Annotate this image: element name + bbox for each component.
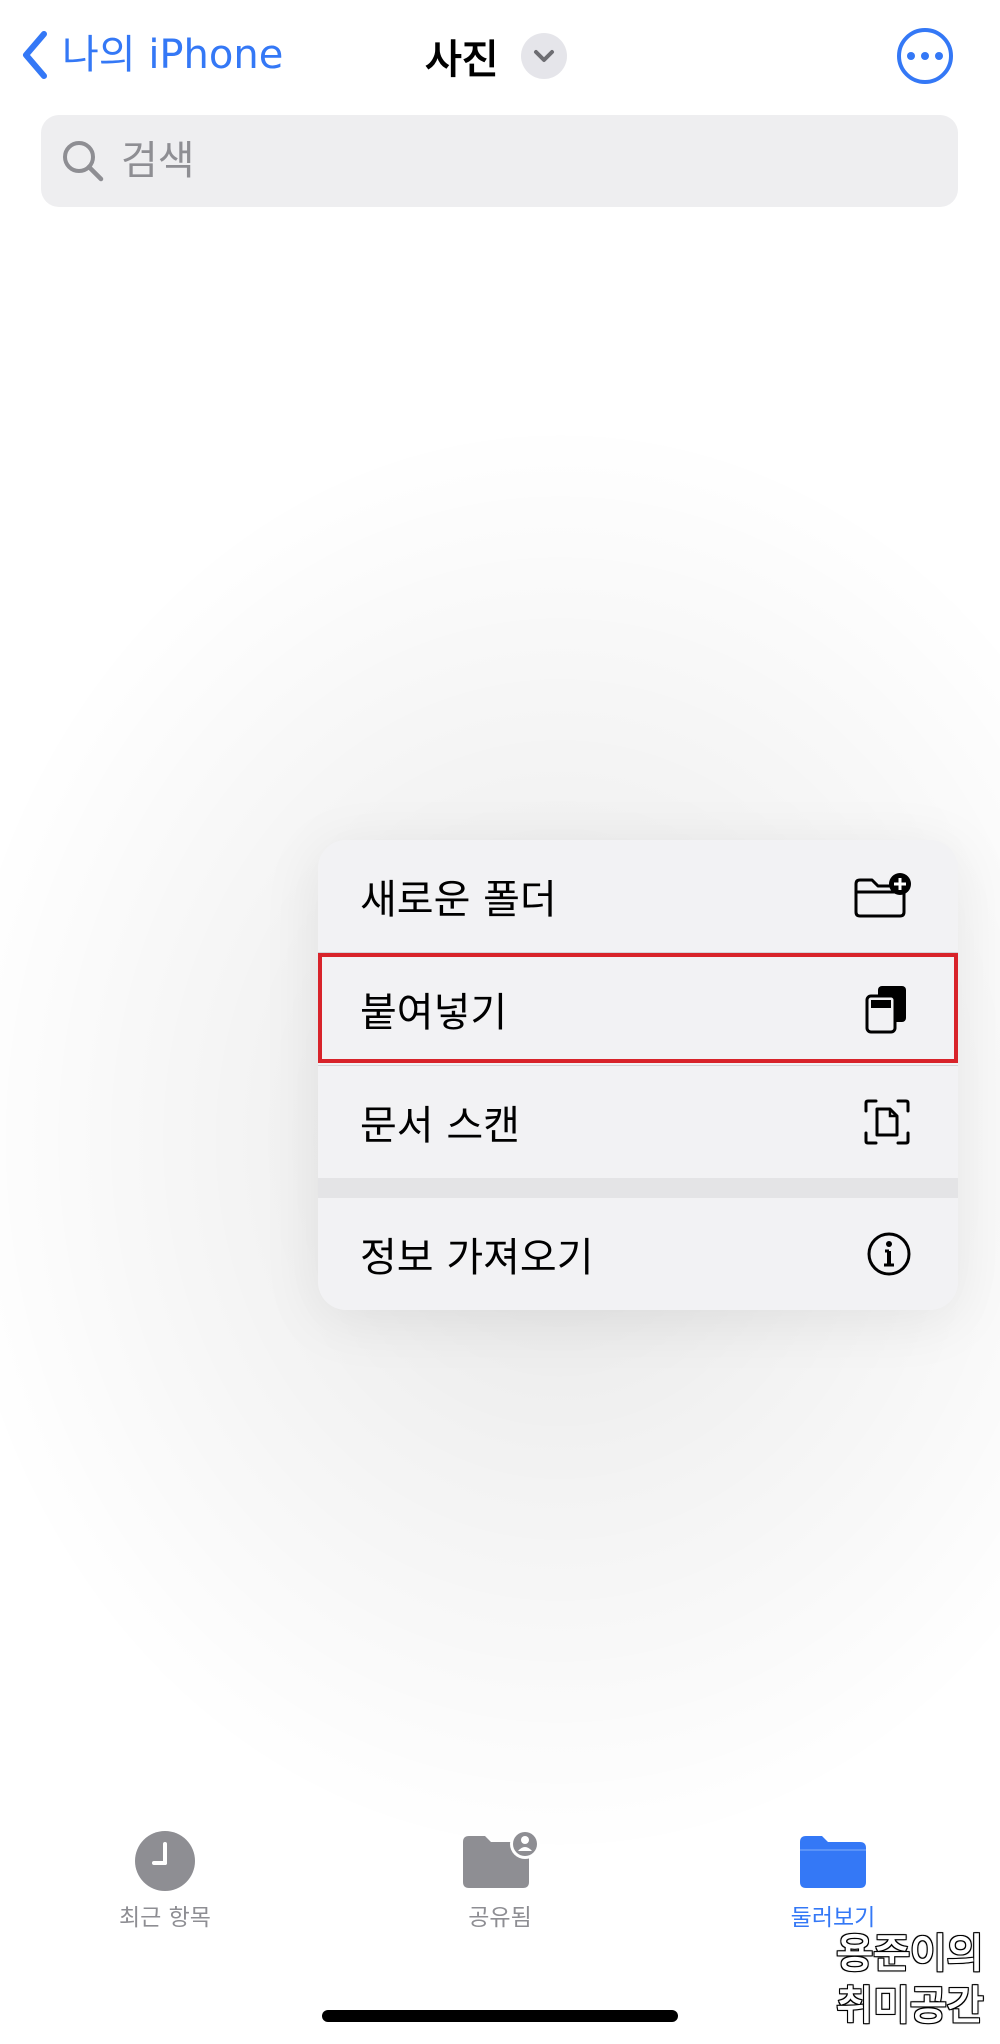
folder-icon [800,1836,866,1888]
info-icon [867,1232,911,1276]
title-menu[interactable]: 사진 [425,26,567,86]
search-input[interactable] [119,137,923,185]
tab-recents[interactable]: 최근 항목 [55,1830,275,1950]
watermark: 용준이의 취미공간 [820,1928,1000,2038]
menu-item-scan-document[interactable]: 문서 스캔 [318,1066,958,1178]
menu-item-get-info[interactable]: 정보 가져오기 [318,1198,958,1310]
shared-folder-icon [463,1830,540,1888]
paste-icon [865,986,906,1034]
menu-item-label: 문서 스캔 [360,1103,520,1149]
back-button[interactable]: 나의 iPhone [20,24,283,86]
search-icon [63,141,104,182]
context-menu: 새로운 폴더 붙여넣기 문서 스캔 정보 가져오기 [318,840,958,1310]
chevron-down-icon [520,33,567,79]
watermark-line: 용준이의 [835,1930,984,1978]
navigation-bar: 나의 iPhone 사진 [0,0,1000,110]
menu-item-new-folder[interactable]: 새로운 폴더 [318,840,958,952]
search-bar[interactable] [41,115,958,207]
menu-item-label: 붙여넣기 [360,990,508,1036]
tab-label: 최근 항목 [119,1905,211,1931]
tab-label: 둘러보기 [790,1905,876,1931]
doc-scan-icon [864,1099,910,1145]
clock-icon [135,1831,195,1891]
menu-item-label: 정보 가져오기 [360,1235,594,1281]
menu-section-separator [318,1178,958,1198]
menu-item-label: 새로운 폴더 [360,877,557,923]
more-dot [921,52,929,60]
chevron-left-icon [23,31,47,79]
back-button-label: 나의 iPhone [62,32,284,78]
folder-plus-icon [854,873,911,918]
more-options-button[interactable] [897,28,953,84]
watermark-line: 취미공간 [835,1982,984,2030]
more-dot [907,52,915,60]
more-dot [935,52,943,60]
menu-item-paste[interactable]: 붙여넣기 [318,953,958,1065]
tab-shared[interactable]: 공유됨 [390,1830,610,1950]
home-indicator [322,2010,678,2022]
page-title: 사진 [425,37,499,83]
tab-label: 공유됨 [468,1905,532,1931]
